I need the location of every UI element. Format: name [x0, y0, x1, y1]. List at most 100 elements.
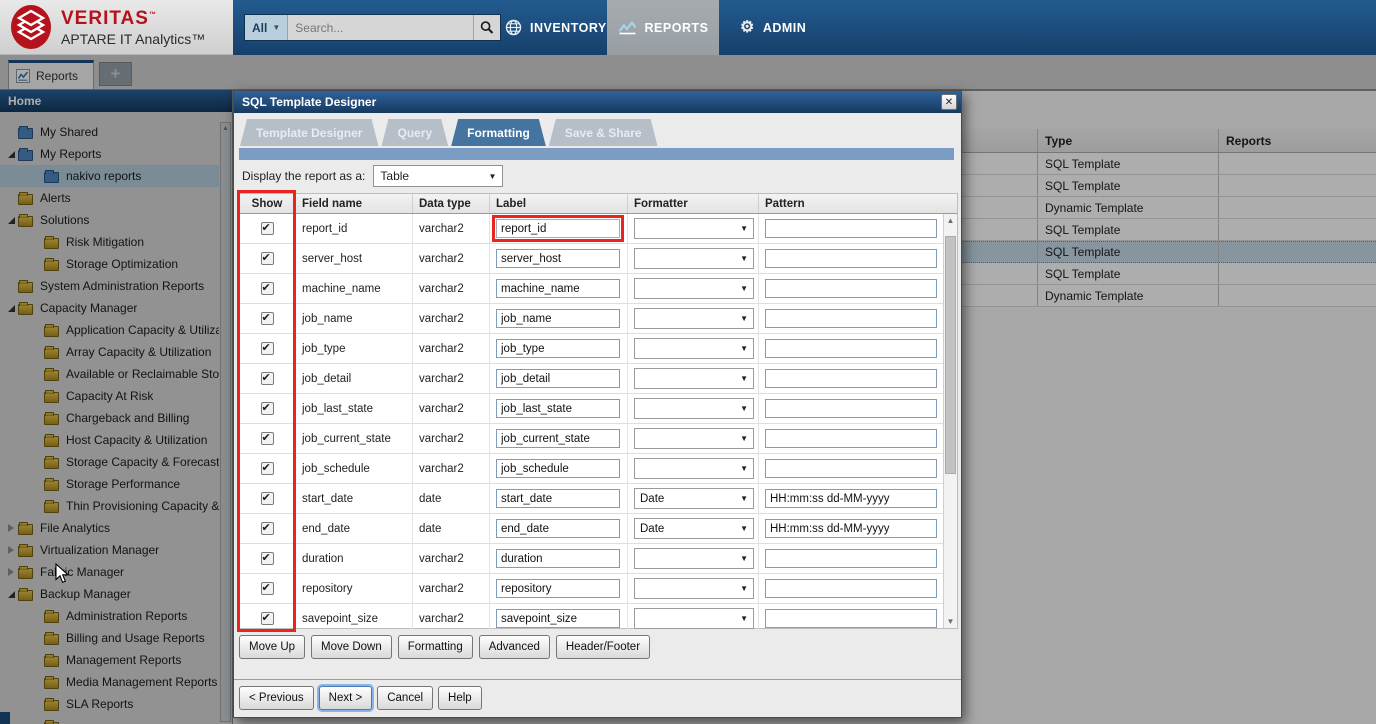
show-checkbox[interactable] — [261, 612, 274, 625]
pattern-input[interactable] — [765, 399, 937, 418]
display-as-select[interactable]: Table ▼ — [373, 165, 503, 187]
pattern-input[interactable] — [765, 519, 937, 538]
show-checkbox[interactable] — [261, 582, 274, 595]
label-input[interactable] — [496, 549, 620, 568]
pattern-input[interactable] — [765, 609, 937, 628]
close-button[interactable]: ✕ — [941, 94, 957, 110]
pattern-input[interactable] — [765, 429, 937, 448]
formatting-button[interactable]: Formatting — [398, 635, 473, 659]
expand-toggle-icon[interactable] — [4, 524, 18, 532]
sidebar-item[interactable]: Storage Optimization — [0, 253, 219, 275]
formatter-select[interactable]: ▼ — [634, 248, 754, 269]
sidebar-item[interactable]: Available or Reclaimable Storage — [0, 363, 219, 385]
tab-query[interactable]: Query — [381, 119, 448, 146]
scrollbar-thumb[interactable] — [945, 236, 956, 474]
sidebar-item[interactable]: Virtualization Manager — [0, 539, 219, 561]
pattern-input[interactable] — [765, 489, 937, 508]
sidebar-item[interactable]: System Administration Reports — [0, 275, 219, 297]
show-checkbox[interactable] — [261, 222, 274, 235]
label-input[interactable] — [496, 279, 620, 298]
move-up-button[interactable]: Move Up — [239, 635, 305, 659]
formatter-select[interactable]: ▼ — [634, 398, 754, 419]
show-checkbox[interactable] — [261, 402, 274, 415]
formatter-select[interactable]: ▼ — [634, 308, 754, 329]
sidebar-item[interactable]: Chargeback and Billing — [0, 407, 219, 429]
label-input[interactable] — [496, 609, 620, 628]
show-checkbox[interactable] — [261, 252, 274, 265]
move-down-button[interactable]: Move Down — [311, 635, 392, 659]
new-tab-button[interactable]: + — [99, 62, 132, 86]
label-input[interactable] — [496, 429, 620, 448]
pattern-input[interactable] — [765, 339, 937, 358]
formatter-select[interactable]: ▼ — [634, 368, 754, 389]
label-input[interactable] — [496, 489, 620, 508]
header-footer-button[interactable]: Header/Footer — [556, 635, 650, 659]
formatter-select[interactable]: ▼ — [634, 428, 754, 449]
previous-button[interactable]: < Previous — [239, 686, 314, 710]
tab-reports[interactable]: Reports — [8, 60, 94, 89]
sidebar-item[interactable]: My Reports — [0, 143, 219, 165]
sidebar-item[interactable]: SLA Reports — [0, 693, 219, 715]
show-checkbox[interactable] — [261, 432, 274, 445]
pattern-input[interactable] — [765, 279, 937, 298]
collapse-toggle-icon[interactable] — [4, 151, 18, 158]
collapse-toggle-icon[interactable] — [4, 591, 18, 598]
collapse-toggle-icon[interactable] — [4, 305, 18, 312]
pattern-input[interactable] — [765, 309, 937, 328]
sidebar-item[interactable]: Management Reports — [0, 649, 219, 671]
tab-formatting[interactable]: Formatting — [451, 119, 546, 146]
sidebar-item[interactable]: nakivo reports — [0, 165, 219, 187]
show-checkbox[interactable] — [261, 342, 274, 355]
sidebar-item[interactable]: Thin Provisioning Capacity & Utiliz — [0, 495, 219, 517]
show-checkbox[interactable] — [261, 282, 274, 295]
sidebar-item[interactable]: Media Management Reports — [0, 671, 219, 693]
search-input[interactable] — [288, 15, 473, 40]
show-checkbox[interactable] — [261, 312, 274, 325]
pattern-input[interactable] — [765, 459, 937, 478]
show-checkbox[interactable] — [261, 462, 274, 475]
formatter-select[interactable]: ▼ — [634, 458, 754, 479]
label-input[interactable] — [496, 459, 620, 478]
pattern-input[interactable] — [765, 219, 937, 238]
sidebar-item[interactable]: Capacity Manager — [0, 297, 219, 319]
pattern-input[interactable] — [765, 549, 937, 568]
sidebar-item[interactable]: Administration Reports — [0, 605, 219, 627]
show-checkbox[interactable] — [261, 372, 274, 385]
formatter-select[interactable]: ▼ — [634, 578, 754, 599]
tab-save-share[interactable]: Save & Share — [549, 119, 658, 146]
tab-template-designer[interactable]: Template Designer — [240, 119, 378, 146]
label-input[interactable] — [496, 369, 620, 388]
expand-toggle-icon[interactable] — [4, 568, 18, 576]
sidebar-item[interactable]: Storage Performance — [0, 473, 219, 495]
pattern-input[interactable] — [765, 369, 937, 388]
sidebar-item[interactable]: Fabric Manager — [0, 561, 219, 583]
formatter-select[interactable]: ▼ — [634, 218, 754, 239]
formatter-select[interactable]: Date▼ — [634, 518, 754, 539]
grid-scrollbar[interactable]: ▲ ▼ — [943, 214, 957, 628]
formatter-select[interactable]: ▼ — [634, 278, 754, 299]
expand-toggle-icon[interactable] — [4, 546, 18, 554]
show-checkbox[interactable] — [261, 522, 274, 535]
show-checkbox[interactable] — [261, 492, 274, 505]
sidebar-item[interactable]: Capacity At Risk — [0, 385, 219, 407]
sidebar-item[interactable]: Host Capacity & Utilization — [0, 429, 219, 451]
label-input[interactable] — [496, 399, 620, 418]
search-scope-button[interactable]: All▼ — [245, 15, 288, 40]
search-button[interactable] — [473, 15, 500, 40]
sidebar-item[interactable]: File Analytics — [0, 517, 219, 539]
formatter-select[interactable]: ▼ — [634, 338, 754, 359]
advanced-button[interactable]: Advanced — [479, 635, 550, 659]
formatter-select[interactable]: ▼ — [634, 548, 754, 569]
sidebar-item[interactable]: Storage Capacity & Forecast — [0, 451, 219, 473]
label-input[interactable] — [496, 339, 620, 358]
show-checkbox[interactable] — [261, 552, 274, 565]
sidebar-item[interactable]: Billing and Usage Reports — [0, 627, 219, 649]
cancel-button[interactable]: Cancel — [377, 686, 433, 710]
label-input[interactable] — [496, 249, 620, 268]
sidebar-item[interactable]: Array Capacity & Utilization — [0, 341, 219, 363]
help-button[interactable]: Help — [438, 686, 482, 710]
label-input[interactable] — [496, 519, 620, 538]
label-input[interactable] — [496, 219, 620, 238]
formatter-select[interactable]: ▼ — [634, 608, 754, 629]
label-input[interactable] — [496, 579, 620, 598]
